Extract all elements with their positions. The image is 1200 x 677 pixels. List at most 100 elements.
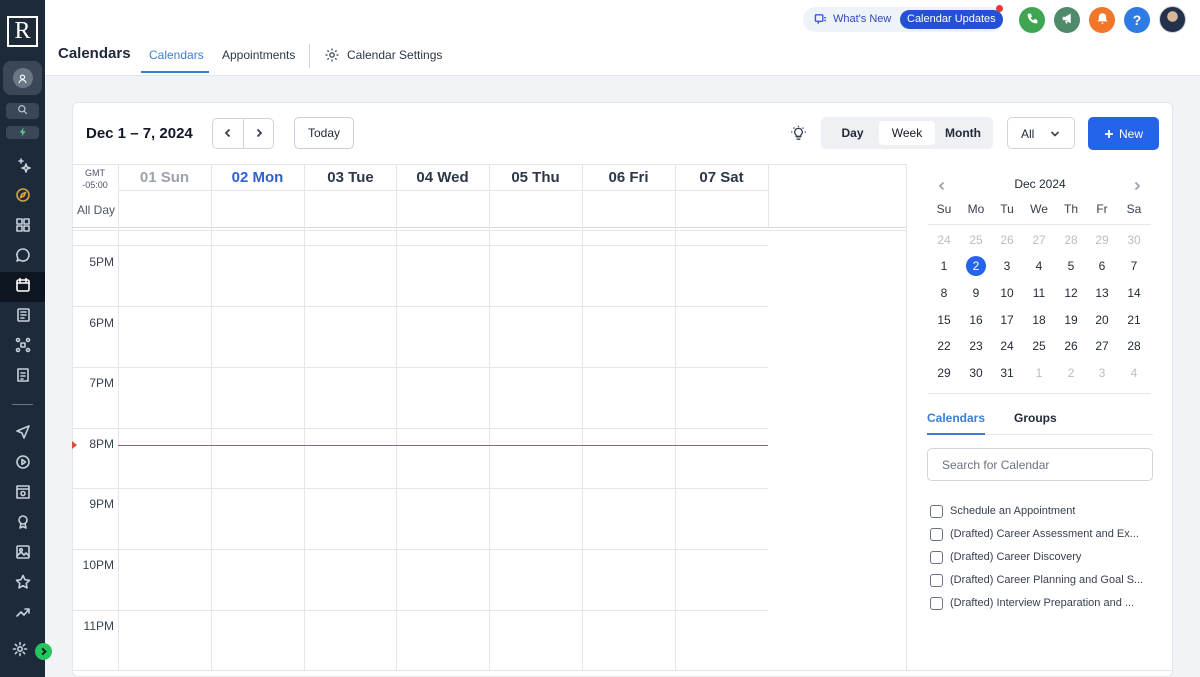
mini-calendar-day[interactable]: 31 [992, 363, 1022, 383]
sidebar-item-conversations[interactable] [3, 247, 42, 266]
mini-calendar-next-button[interactable] [1132, 178, 1144, 191]
mini-calendar-day[interactable]: 15 [929, 310, 959, 330]
mini-calendar-day[interactable]: 3 [992, 256, 1022, 276]
calendar-list-item[interactable]: Schedule an Appointment [930, 503, 1152, 519]
sidebar-item-reputation[interactable] [3, 574, 42, 593]
mini-calendar-day[interactable]: 25 [961, 230, 991, 250]
avatar[interactable] [1159, 6, 1186, 33]
mini-calendar-day[interactable]: 28 [1119, 336, 1149, 356]
announcements-button[interactable] [1054, 7, 1080, 33]
tab-panel-calendars[interactable]: Calendars [927, 411, 985, 425]
day-header-mon[interactable]: 02 Mon [211, 169, 304, 186]
mini-calendar-day[interactable]: 9 [961, 283, 991, 303]
mini-calendar-day[interactable]: 30 [961, 363, 991, 383]
day-header-sat[interactable]: 07 Sat [675, 169, 768, 186]
mini-calendar-day[interactable]: 7 [1119, 256, 1149, 276]
sidebar-item-forms[interactable] [3, 367, 42, 386]
phone-button[interactable] [1019, 7, 1045, 33]
mini-calendar-day[interactable]: 24 [992, 336, 1022, 356]
day-header-thu[interactable]: 05 Thu [489, 169, 582, 186]
calendar-list-item[interactable]: (Drafted) Career Assessment and Ex... [930, 526, 1152, 542]
mini-calendar-day[interactable]: 21 [1119, 310, 1149, 330]
sidebar-item-contacts[interactable] [3, 307, 42, 326]
calendar-list-item[interactable]: (Drafted) Interview Preparation and ... [930, 595, 1152, 611]
tab-panel-groups[interactable]: Groups [1014, 411, 1057, 425]
day-header-wed[interactable]: 04 Wed [396, 169, 489, 186]
mini-calendar-day[interactable]: 22 [929, 336, 959, 356]
mini-calendar-day[interactable]: 11 [1024, 283, 1054, 303]
tab-calendars[interactable]: Calendars [149, 48, 204, 62]
lightbulb-icon[interactable] [790, 125, 807, 142]
tab-calendar-settings[interactable]: Calendar Settings [347, 48, 442, 62]
sidebar-item-memberships[interactable] [3, 514, 42, 533]
sidebar-item-reporting[interactable] [3, 605, 42, 623]
calendar-checkbox[interactable] [930, 573, 943, 587]
calendar-updates-pill[interactable]: Calendar Updates [900, 10, 1003, 29]
mini-calendar-day[interactable]: 13 [1087, 283, 1117, 303]
mini-calendar-day[interactable]: 5 [1056, 256, 1086, 276]
previous-week-button[interactable] [213, 119, 243, 148]
mini-calendar-day[interactable]: 2 [966, 256, 986, 276]
sidebar-item-ai[interactable] [3, 157, 42, 176]
whats-new-button[interactable]: What's New Calendar Updates [803, 7, 1003, 32]
mini-calendar-day[interactable]: 6 [1087, 256, 1117, 276]
sidebar-item-marketing[interactable] [3, 424, 42, 443]
search-button[interactable] [6, 103, 39, 119]
calendar-checkbox[interactable] [930, 550, 943, 564]
mini-calendar-day[interactable]: 20 [1087, 310, 1117, 330]
day-header-fri[interactable]: 06 Fri [582, 169, 675, 186]
today-button[interactable]: Today [294, 117, 354, 149]
account-switcher[interactable] [3, 61, 42, 95]
mini-calendar-day[interactable]: 28 [1056, 230, 1086, 250]
mini-calendar-day[interactable]: 10 [992, 283, 1022, 303]
mini-calendar-day[interactable]: 24 [929, 230, 959, 250]
mini-calendar-day[interactable]: 26 [1056, 336, 1086, 356]
calendar-checkbox[interactable] [930, 596, 943, 610]
help-button[interactable]: ? [1124, 7, 1150, 33]
mini-calendar-day[interactable]: 17 [992, 310, 1022, 330]
day-header-sun[interactable]: 01 Sun [118, 169, 211, 186]
month-view-button[interactable]: Month [935, 121, 991, 145]
sidebar-item-dashboard[interactable] [3, 217, 42, 236]
quick-action-button[interactable] [6, 126, 39, 139]
sidebar-item-automation[interactable] [3, 337, 42, 356]
mini-calendar-day[interactable]: 1 [1024, 363, 1054, 383]
mini-calendar-day[interactable]: 4 [1024, 256, 1054, 276]
new-button[interactable]: New [1088, 117, 1159, 150]
mini-calendar-day[interactable]: 4 [1119, 363, 1149, 383]
mini-calendar-day[interactable]: 23 [961, 336, 991, 356]
tab-appointments[interactable]: Appointments [222, 48, 295, 62]
calendar-list-item[interactable]: (Drafted) Career Discovery [930, 549, 1152, 565]
mini-calendar-prev-button[interactable] [937, 178, 949, 191]
sidebar-item-calendars[interactable] [0, 272, 45, 302]
mini-calendar-day[interactable]: 18 [1024, 310, 1054, 330]
sidebar-item-settings[interactable] [0, 641, 40, 660]
mini-calendar-day[interactable]: 2 [1056, 363, 1086, 383]
mini-calendar-day[interactable]: 26 [992, 230, 1022, 250]
sidebar-item-media-storage[interactable] [3, 544, 42, 563]
calendar-checkbox[interactable] [930, 527, 943, 541]
mini-calendar-day[interactable]: 25 [1024, 336, 1054, 356]
calendar-filter-select[interactable]: All [1007, 117, 1075, 149]
calendar-search-input[interactable] [927, 448, 1153, 481]
mini-calendar-day[interactable]: 19 [1056, 310, 1086, 330]
calendar-checkbox[interactable] [930, 504, 943, 518]
mini-calendar-day[interactable]: 29 [1087, 230, 1117, 250]
notifications-button[interactable] [1089, 7, 1115, 33]
sidebar-item-media[interactable] [3, 454, 42, 473]
mini-calendar-day[interactable]: 1 [929, 256, 959, 276]
mini-calendar-day[interactable]: 27 [1024, 230, 1054, 250]
app-logo[interactable]: R [7, 16, 38, 47]
calendar-list-item[interactable]: (Drafted) Career Planning and Goal S... [930, 572, 1152, 588]
mini-calendar-day[interactable]: 8 [929, 283, 959, 303]
mini-calendar-day[interactable]: 27 [1087, 336, 1117, 356]
day-header-tue[interactable]: 03 Tue [304, 169, 397, 186]
sidebar-item-launchpad[interactable] [3, 187, 42, 206]
mini-calendar-day[interactable]: 29 [929, 363, 959, 383]
mini-calendar-day[interactable]: 3 [1087, 363, 1117, 383]
mini-calendar-day[interactable]: 16 [961, 310, 991, 330]
day-view-button[interactable]: Day [825, 121, 880, 145]
sidebar-item-sites[interactable] [3, 484, 42, 503]
next-week-button[interactable] [243, 119, 273, 148]
week-view-button[interactable]: Week [879, 121, 935, 145]
